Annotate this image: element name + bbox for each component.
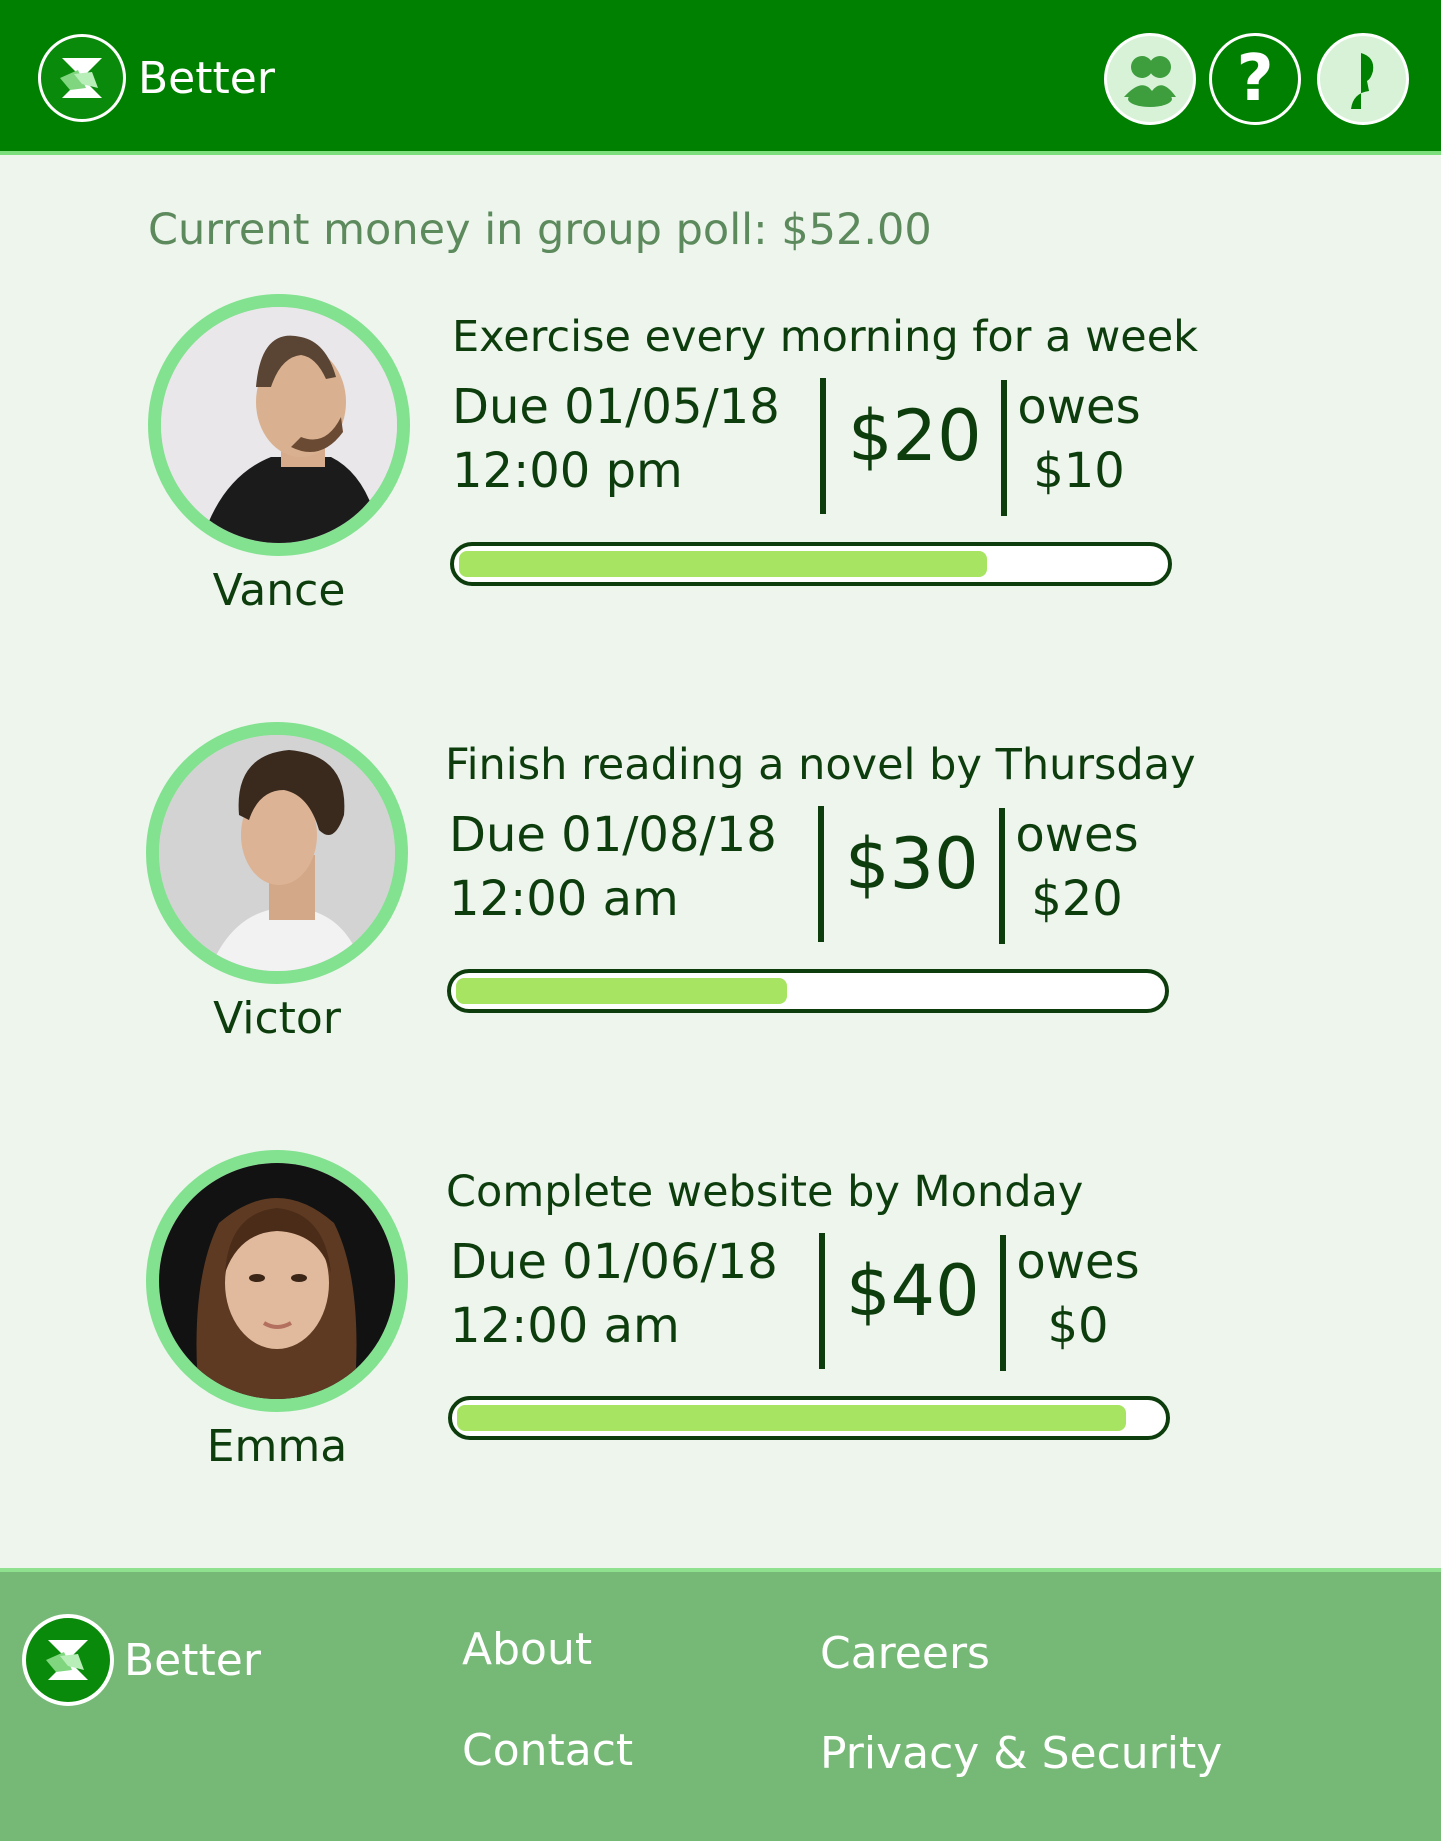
member-name-vance: Vance <box>212 565 346 616</box>
progress-fill <box>456 978 787 1004</box>
better-logo-icon <box>22 1614 114 1706</box>
brand-name: Better <box>138 52 275 104</box>
due-time: 12:00 am <box>449 871 679 927</box>
bet-goal: Exercise every morning for a week <box>452 312 1199 362</box>
profile-icon <box>1351 53 1374 109</box>
bet-due: Due 01/06/18 12:00 am <box>450 1230 778 1358</box>
owes-amount: $0 <box>1047 1298 1109 1354</box>
progress-fill <box>459 551 987 577</box>
due-date: Due 01/05/18 <box>452 379 780 435</box>
owes-block: owes $20 <box>1012 803 1142 931</box>
footer: Better About Careers Contact Privacy & S… <box>0 1568 1441 1841</box>
bet-due: Due 01/05/18 12:00 pm <box>452 375 780 503</box>
group-button[interactable] <box>1104 33 1196 125</box>
owes-label: owes <box>1016 1234 1140 1290</box>
group-icon <box>1124 56 1176 107</box>
brand-home-link[interactable]: Better <box>38 34 275 122</box>
divider <box>818 806 824 942</box>
divider <box>1000 1235 1006 1371</box>
due-time: 12:00 am <box>450 1298 680 1354</box>
bet-due: Due 01/08/18 12:00 am <box>449 803 777 931</box>
bet-amount: $30 <box>845 823 979 905</box>
divider <box>819 1233 825 1369</box>
better-logo-icon <box>38 34 126 122</box>
progress-bar <box>450 542 1172 586</box>
progress-fill <box>457 1405 1126 1431</box>
help-button[interactable]: ? <box>1209 33 1301 125</box>
progress-bar <box>447 969 1169 1013</box>
owes-amount: $20 <box>1031 871 1123 927</box>
owes-label: owes <box>1017 379 1141 435</box>
progress-bar <box>448 1396 1170 1440</box>
footer-brand-link[interactable]: Better <box>22 1614 261 1706</box>
group-pool-total: Current money in group poll: $52.00 <box>148 205 932 255</box>
divider <box>1001 380 1007 516</box>
avatar-victor[interactable] <box>146 722 408 984</box>
avatar-vance[interactable] <box>148 294 410 556</box>
member-name-victor: Victor <box>213 993 341 1044</box>
divider <box>820 378 826 514</box>
divider <box>999 808 1005 944</box>
footer-link-careers[interactable]: Careers <box>820 1628 990 1679</box>
member-name-emma: Emma <box>206 1421 348 1472</box>
owes-block: owes $0 <box>1013 1230 1143 1358</box>
bet-goal: Complete website by Monday <box>446 1167 1084 1217</box>
bet-amount: $40 <box>846 1250 980 1332</box>
owes-amount: $10 <box>1033 443 1125 499</box>
top-navbar: Better ? <box>0 0 1441 155</box>
footer-link-privacy[interactable]: Privacy & Security <box>820 1728 1222 1779</box>
footer-brand-name: Better <box>124 1634 261 1686</box>
help-icon: ? <box>1236 42 1274 116</box>
bet-goal: Finish reading a novel by Thursday <box>445 740 1196 790</box>
footer-link-contact[interactable]: Contact <box>462 1725 633 1776</box>
footer-link-about[interactable]: About <box>462 1624 592 1675</box>
bet-amount: $20 <box>848 395 982 477</box>
owes-block: owes $10 <box>1014 375 1144 503</box>
profile-button[interactable] <box>1317 33 1409 125</box>
owes-label: owes <box>1015 807 1139 863</box>
due-date: Due 01/08/18 <box>449 807 777 863</box>
due-time: 12:00 pm <box>452 443 683 499</box>
due-date: Due 01/06/18 <box>450 1234 778 1290</box>
avatar-emma[interactable] <box>146 1150 408 1412</box>
